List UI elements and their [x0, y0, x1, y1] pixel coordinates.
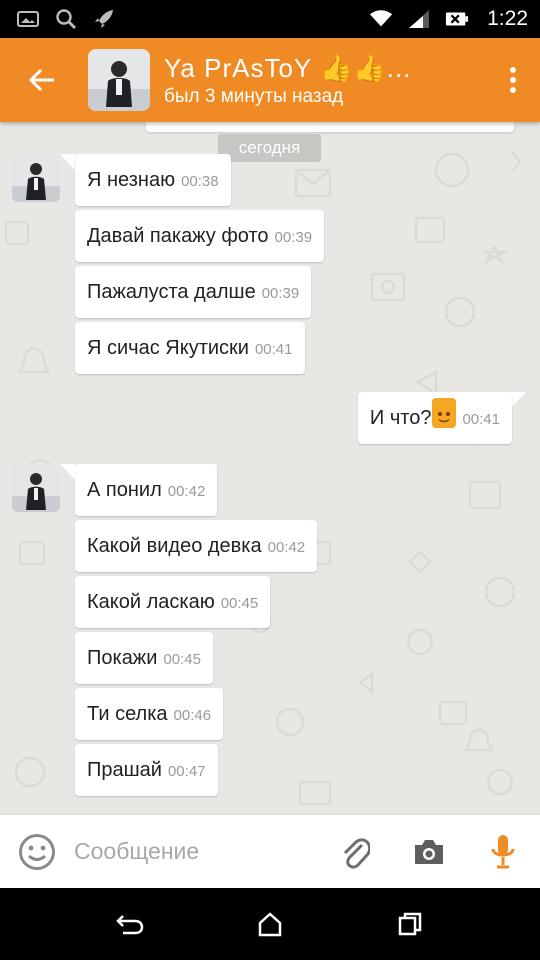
more-options-button[interactable] [486, 38, 540, 122]
voice-message-button[interactable] [466, 815, 540, 889]
message-bubble-incoming[interactable]: Давай пакажу фото 00:39 [75, 210, 325, 262]
message-text: Пажалуста далше [87, 281, 256, 303]
signal-icon [407, 7, 431, 31]
message-time: 00:39 [274, 229, 313, 246]
message-time: 00:42 [267, 539, 306, 556]
message-text: Ти селка [87, 703, 168, 725]
camera-button[interactable] [392, 815, 466, 889]
app-bar: Ya PrAsToY 👍👍... был 3 минуты назад [0, 38, 540, 122]
message-time: 00:42 [167, 483, 206, 500]
message-bubble-incoming[interactable]: А понил 00:42 [75, 464, 218, 516]
clock: 1:22 [487, 7, 528, 30]
previous-message-edge [146, 122, 514, 132]
search-icon [54, 7, 78, 31]
camera-icon [415, 839, 443, 864]
message-time: 00:45 [220, 595, 259, 612]
message-bubble-incoming[interactable]: Ти селка 00:46 [75, 688, 224, 740]
wifi-icon [369, 7, 393, 31]
message-bubble-incoming[interactable]: Пажалуста далше 00:39 [75, 266, 312, 318]
contact-name: Ya PrAsToY 👍👍... [164, 52, 412, 83]
sender-avatar[interactable] [12, 464, 60, 512]
home-icon [258, 912, 282, 937]
message-text: Прашай [87, 759, 162, 781]
message-bubble-outgoing[interactable]: И что? 00:41 [357, 392, 512, 444]
message-bubble-incoming[interactable]: Какой видео девка 00:42 [75, 520, 318, 572]
arrow-left-icon [28, 68, 54, 92]
back-button[interactable] [0, 38, 84, 122]
message-bubble-incoming[interactable]: Покажи 00:45 [75, 632, 213, 684]
nav-home-button[interactable] [240, 894, 300, 954]
message-bubble-incoming[interactable]: Какой ласкаю 00:45 [75, 576, 271, 628]
rocket-icon [92, 7, 116, 31]
message-text: Какой ласкаю [87, 591, 215, 613]
recents-icon [398, 912, 422, 936]
last-seen-status: был 3 минуты назад [164, 85, 344, 107]
message-time: 00:47 [167, 763, 206, 780]
more-vert-icon [510, 67, 516, 93]
message-bubble-incoming[interactable]: Я сичас Якутиски 00:41 [75, 322, 305, 374]
nav-back-button[interactable] [100, 894, 160, 954]
bubble-tail [511, 392, 526, 408]
bubble-tail [60, 154, 75, 170]
message-text: Какой видео девка [87, 535, 262, 557]
message-composer: Сообщение [0, 814, 540, 888]
back-icon [116, 915, 144, 935]
message-time: 00:38 [181, 173, 219, 190]
nav-recents-button[interactable] [380, 894, 440, 954]
message-time: 00:41 [254, 341, 293, 358]
message-time: 00:41 [462, 411, 500, 428]
smiley-emoji-icon [432, 398, 457, 428]
message-text: Давай пакажу фото [87, 225, 269, 247]
header-text[interactable]: Ya PrAsToY 👍👍... был 3 минуты назад [164, 53, 486, 108]
message-time: 00:46 [173, 707, 212, 724]
microphone-icon [491, 834, 515, 868]
message-text: А понил [87, 479, 162, 501]
paperclip-icon [343, 837, 370, 869]
message-bubble-incoming[interactable]: Прашай 00:47 [75, 744, 218, 796]
contact-avatar[interactable] [88, 49, 150, 111]
message-time: 00:45 [163, 651, 201, 668]
status-bar: 1:22 [0, 0, 540, 38]
message-text: Я сичас Якутиски [87, 337, 249, 359]
date-divider: сегодня [218, 134, 321, 162]
system-nav-bar [0, 888, 540, 960]
chat-area[interactable]: сегодня Я незнаю 00:38 Давай пакажу фото… [0, 122, 540, 814]
bubble-tail [60, 464, 75, 480]
smile-icon[interactable] [18, 833, 56, 871]
battery-icon [445, 7, 469, 31]
message-bubble-incoming[interactable]: Я незнаю 00:38 [75, 154, 231, 206]
message-text: Покажи [87, 647, 158, 669]
attach-button[interactable] [318, 815, 392, 889]
message-input[interactable]: Сообщение [74, 838, 318, 865]
image-icon [16, 7, 40, 31]
message-text: И что? [369, 407, 432, 429]
message-text: Я незнаю [87, 169, 176, 191]
sender-avatar[interactable] [12, 154, 60, 202]
message-time: 00:39 [261, 285, 300, 302]
